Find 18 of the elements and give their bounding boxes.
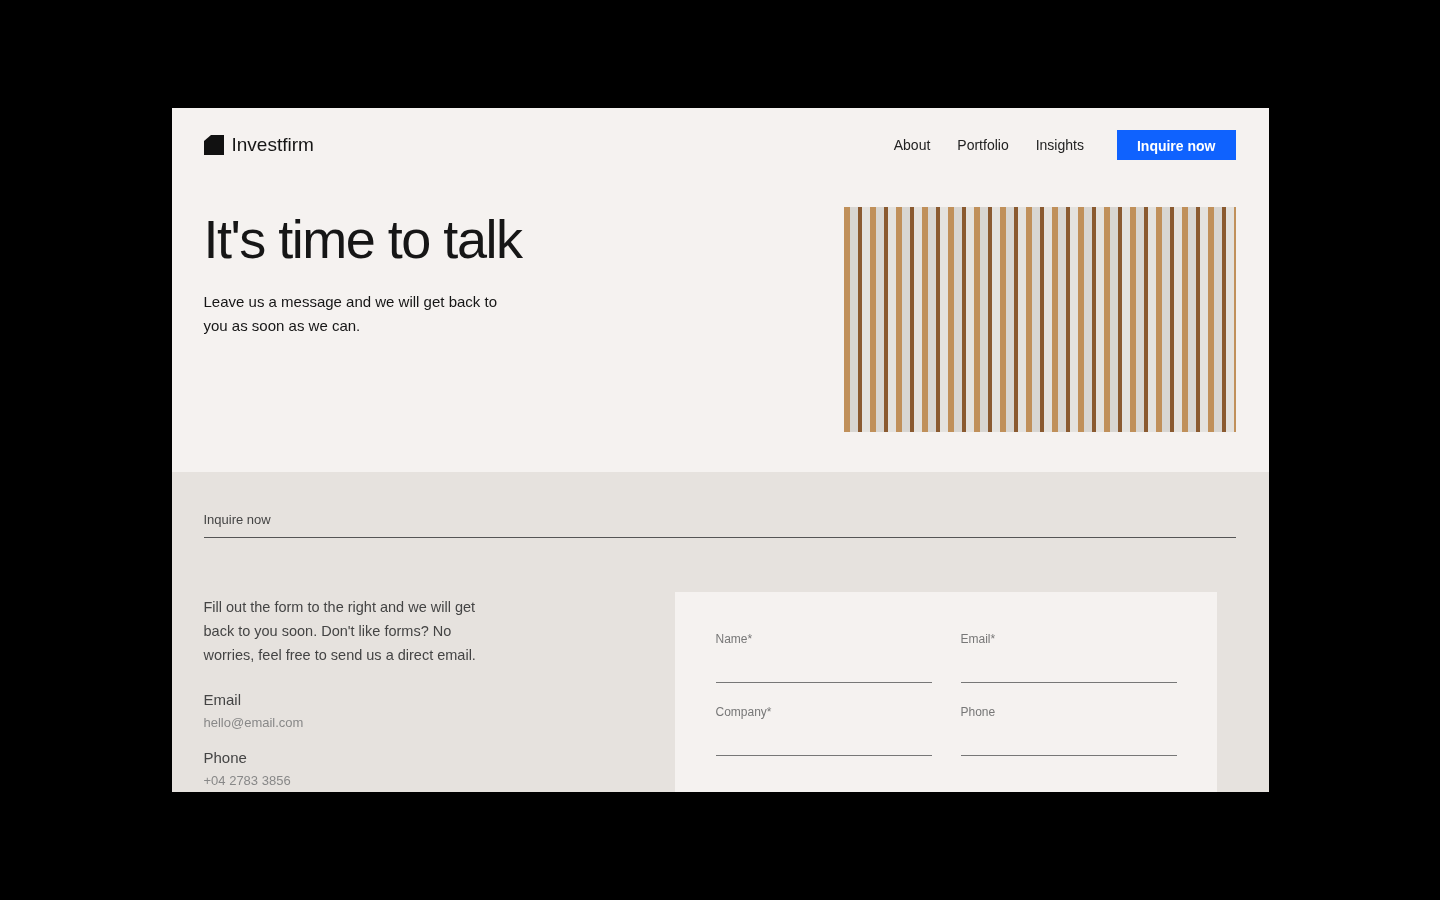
field-label: Email* [960, 632, 997, 646]
hero-title: It's time to talk [203, 208, 522, 271]
nav-link[interactable]: Portfolio [957, 137, 1009, 153]
field-label: Company* [715, 705, 773, 719]
contact-label: Email [203, 690, 242, 710]
section-heading: Inquire now [203, 512, 1236, 538]
nav-link[interactable]: Insights [1035, 137, 1084, 153]
contact-label: Phone [203, 748, 248, 768]
field-label: Phone [960, 705, 997, 719]
logo-icon [203, 135, 224, 155]
intro-text: Fill out the form to the right and we will get back to you soon. Don't like forms? No worries, feel free to send us a direct email. [203, 598, 477, 665]
contact-value: +04 2783 3856 [203, 772, 292, 790]
brand-name: Investfirm [231, 134, 314, 156]
field-label: Name* [715, 632, 754, 646]
nav-link[interactable]: About [893, 137, 931, 153]
contact-value: hello@email.com [203, 714, 305, 732]
hero-subtitle: Leave us a message and we will get back to you as soon as we can. [203, 291, 498, 336]
inquire-button[interactable]: Inquire now [1116, 130, 1236, 160]
